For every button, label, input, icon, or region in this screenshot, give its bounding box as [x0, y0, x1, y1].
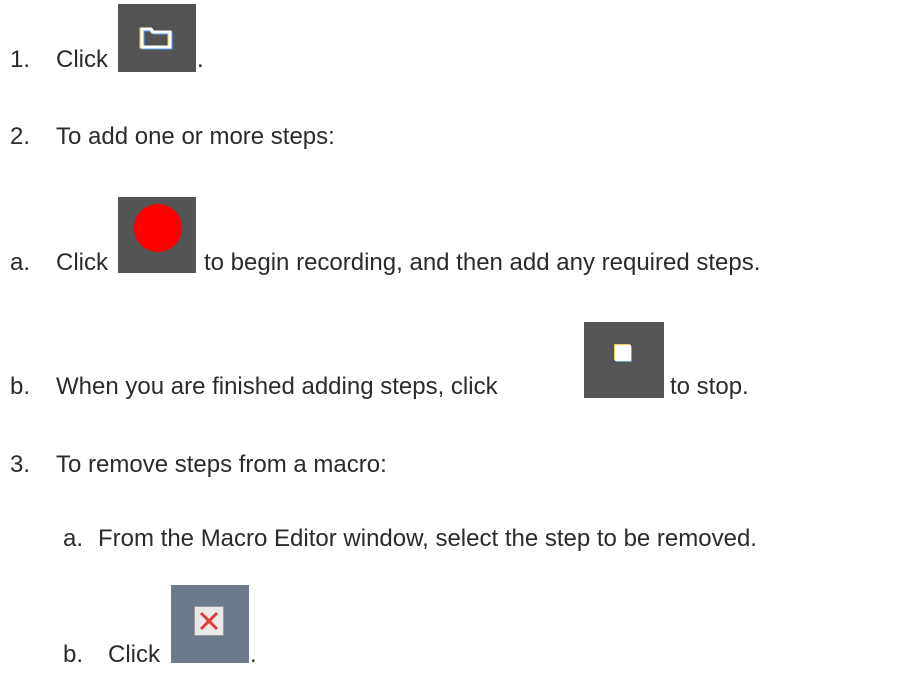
step-2b: b. When you are finished adding steps, c… — [0, 373, 899, 401]
close-x-icon — [199, 611, 219, 631]
step-marker: 1. — [10, 46, 31, 73]
step-text: From the Macro Editor window, select the… — [98, 525, 757, 552]
remove-step-button[interactable] — [171, 585, 249, 663]
step-marker: a. — [10, 249, 31, 276]
step-marker: a. — [63, 525, 84, 552]
step-3: 3. To remove steps from a macro: — [0, 451, 899, 479]
stop-icon — [615, 345, 631, 361]
open-folder-button[interactable] — [118, 4, 196, 72]
step-text-suffix: to begin recording, and then add any req… — [204, 249, 761, 276]
step-2: 2. To add one or more steps: — [0, 123, 899, 151]
step-text-suffix: . — [250, 641, 257, 668]
record-button[interactable] — [118, 197, 196, 273]
step-text: To add one or more steps: — [56, 123, 335, 150]
step-text: Click — [56, 46, 108, 73]
step-3a: a. From the Macro Editor window, select … — [0, 525, 899, 553]
step-text: To remove steps from a macro: — [56, 451, 387, 478]
record-icon — [134, 204, 182, 252]
stop-button[interactable] — [584, 322, 664, 398]
step-text-suffix: to stop. — [670, 373, 749, 400]
step-text: When you are finished adding steps, clic… — [56, 373, 498, 400]
step-text: Click — [108, 641, 160, 668]
step-marker: 3. — [10, 451, 31, 478]
step-marker: 2. — [10, 123, 31, 150]
step-marker: b. — [63, 641, 84, 668]
step-text-suffix: . — [197, 46, 204, 73]
step-3b: b. Click . — [0, 641, 899, 669]
folder-icon — [139, 27, 173, 50]
step-marker: b. — [10, 373, 31, 400]
remove-step-icon — [194, 606, 224, 636]
step-text: Click — [56, 249, 108, 276]
